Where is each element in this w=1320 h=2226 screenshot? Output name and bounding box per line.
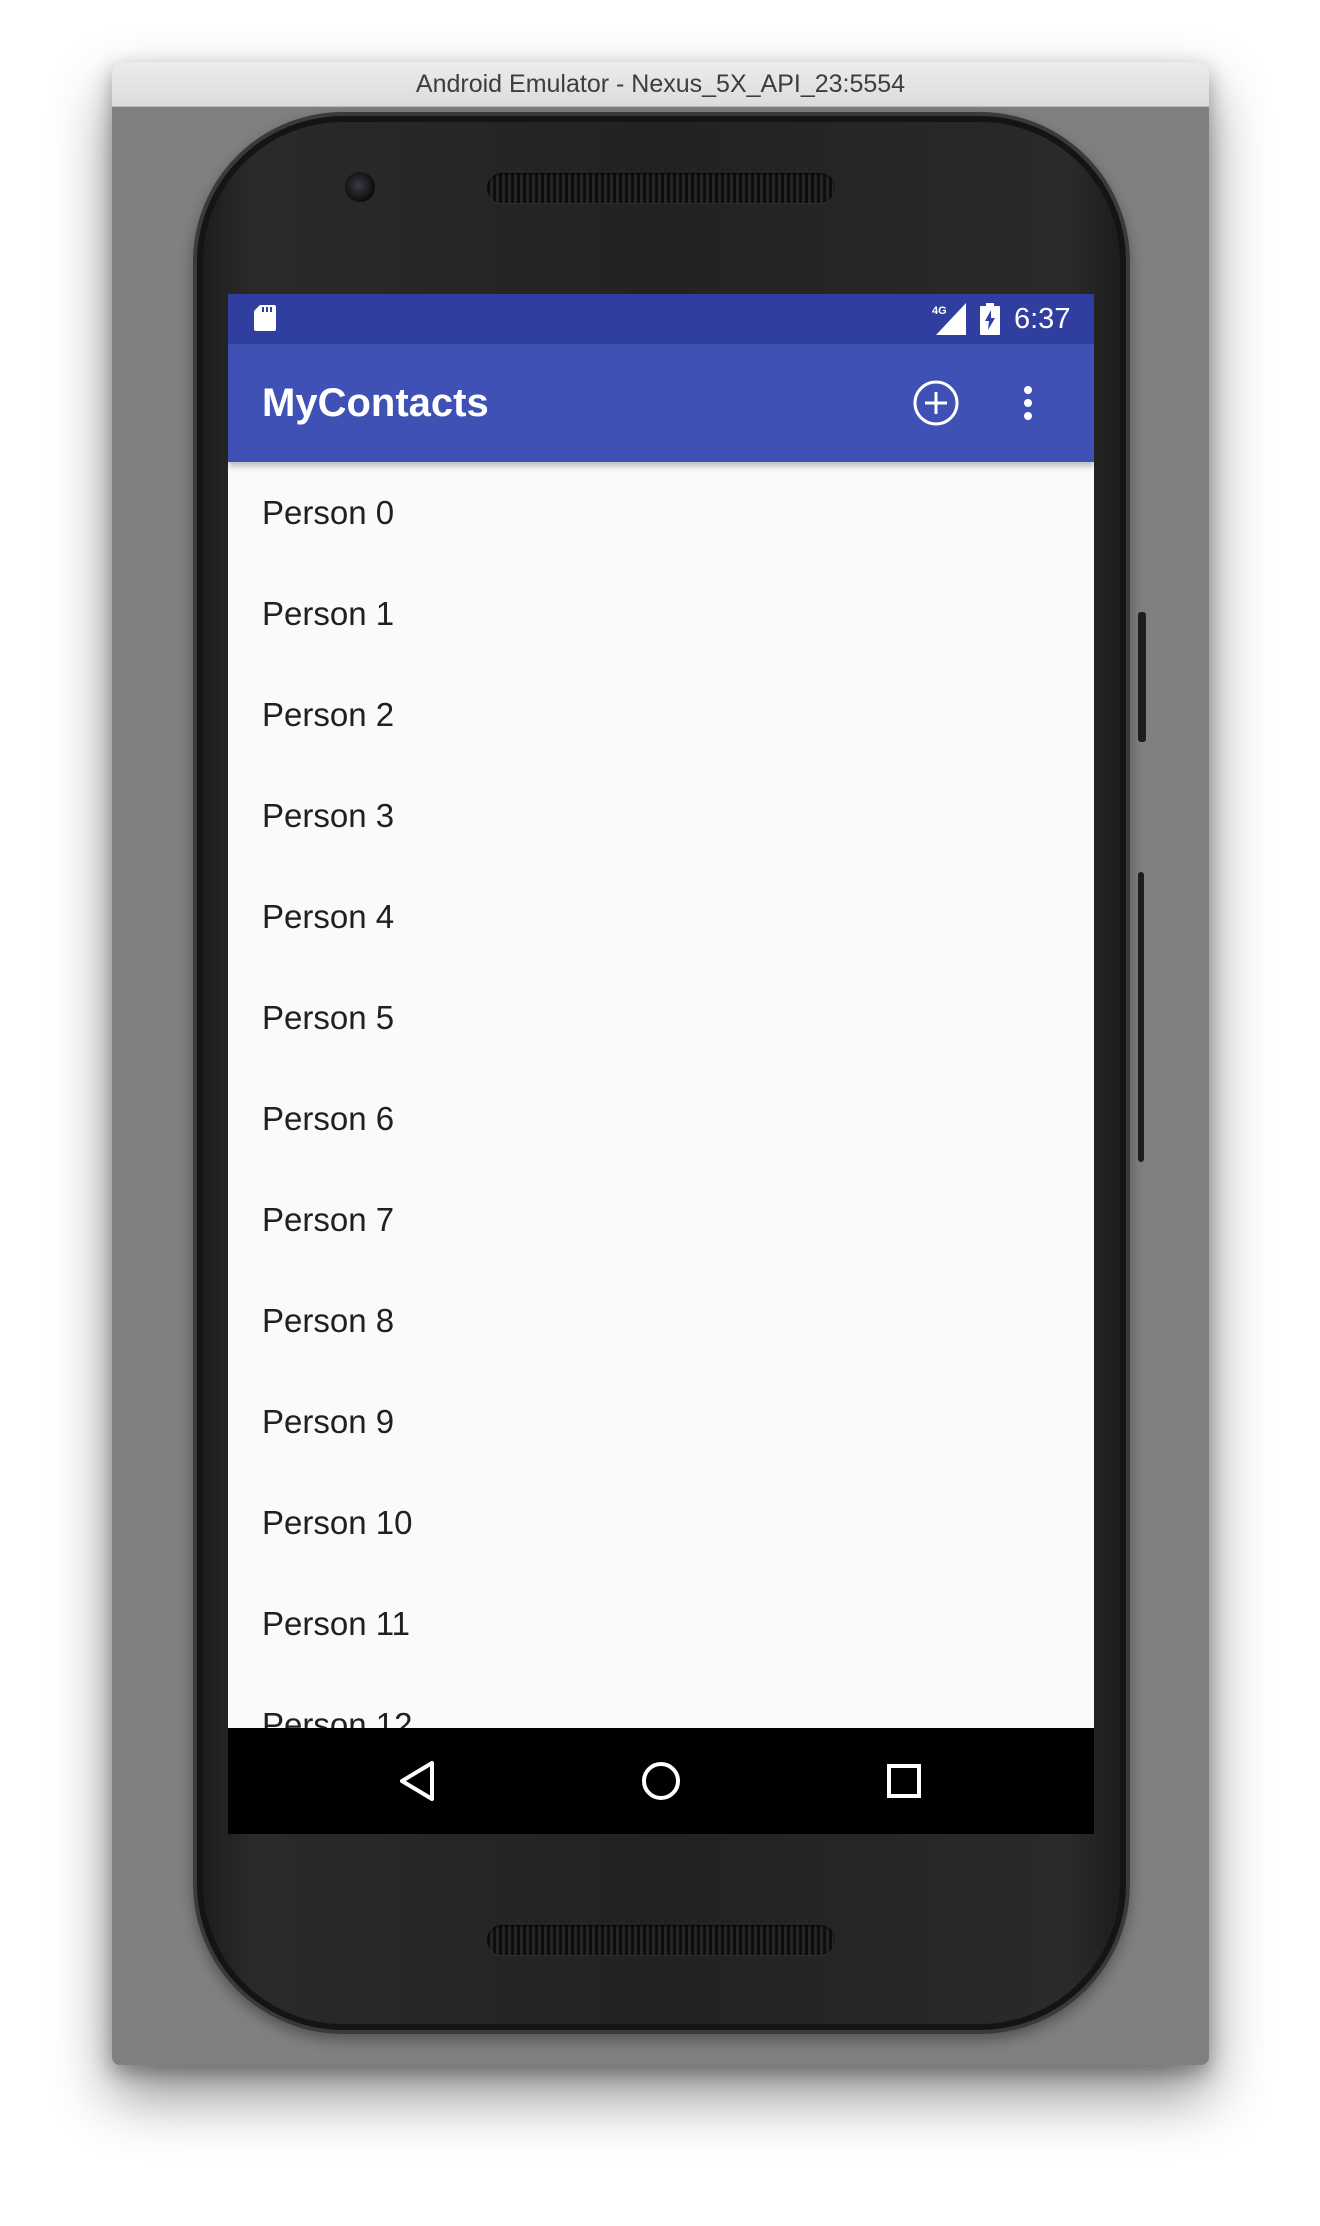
list-item[interactable]: Person 4 — [228, 866, 1094, 967]
contact-list: Person 0 Person 1 Person 2 Person 3 Pers… — [228, 462, 1094, 1775]
volume-rocker[interactable] — [1138, 872, 1144, 1162]
list-item[interactable]: Person 5 — [228, 967, 1094, 1068]
status-clock: 6:37 — [1014, 303, 1071, 335]
power-button[interactable] — [1138, 612, 1146, 742]
sd-card-icon — [254, 305, 276, 331]
list-item[interactable]: Person 0 — [228, 462, 1094, 563]
home-icon — [642, 1762, 680, 1800]
list-item[interactable]: Person 1 — [228, 563, 1094, 664]
recents-button[interactable] — [874, 1751, 934, 1811]
window-title: Android Emulator - Nexus_5X_API_23:5554 — [112, 62, 1209, 107]
list-item[interactable]: Person 2 — [228, 664, 1094, 765]
bottom-speaker — [487, 1925, 835, 1955]
battery-charging-icon — [980, 303, 1000, 335]
list-item[interactable]: Person 3 — [228, 765, 1094, 866]
top-speaker — [487, 173, 835, 203]
network-type-label: 4G — [932, 305, 947, 317]
more-vert-icon — [1024, 386, 1032, 420]
navigation-bar — [228, 1728, 1094, 1834]
front-camera — [345, 172, 375, 202]
back-button[interactable] — [388, 1751, 448, 1811]
home-button[interactable] — [631, 1751, 691, 1811]
list-item[interactable]: Person 9 — [228, 1371, 1094, 1472]
list-item[interactable]: Person 11 — [228, 1573, 1094, 1674]
add-circle-icon — [913, 380, 959, 426]
device-screen: 4G 6:37 MyContacts Person 0 Person 1 Per… — [228, 294, 1094, 1834]
status-bar: 4G 6:37 — [228, 294, 1094, 344]
app-title: MyContacts — [262, 381, 489, 425]
list-item[interactable]: Person 7 — [228, 1169, 1094, 1270]
list-item[interactable]: Person 6 — [228, 1068, 1094, 1169]
back-icon — [400, 1761, 434, 1801]
list-item[interactable]: Person 10 — [228, 1472, 1094, 1573]
list-item[interactable]: Person 8 — [228, 1270, 1094, 1371]
add-contact-button[interactable] — [910, 377, 962, 429]
overflow-menu-button[interactable] — [1002, 377, 1054, 429]
app-toolbar: MyContacts — [228, 344, 1094, 462]
recents-icon — [887, 1764, 921, 1798]
cellular-4g-icon: 4G — [932, 303, 966, 335]
